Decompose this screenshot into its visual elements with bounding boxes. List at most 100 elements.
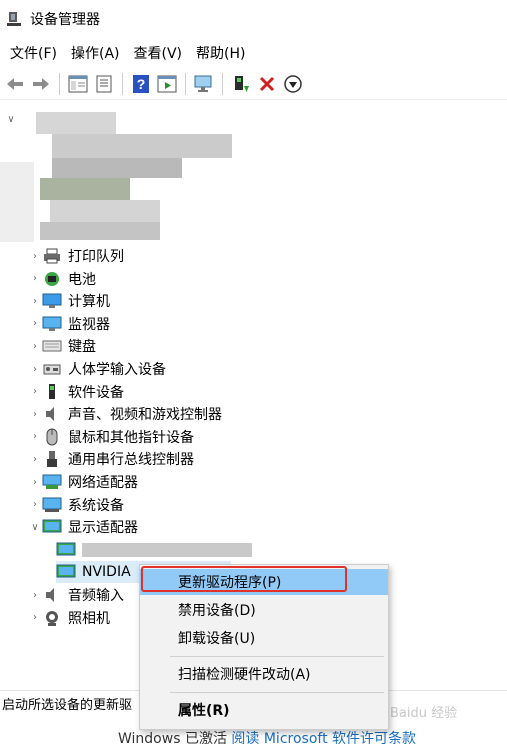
display-adapter-icon xyxy=(56,563,76,581)
chevron-right-icon[interactable]: › xyxy=(28,471,42,493)
hid-icon xyxy=(42,360,62,378)
uninstall-x-icon[interactable] xyxy=(255,72,279,96)
baidu-watermark: Baidu 经验 xyxy=(390,706,458,721)
chevron-right-icon[interactable]: › xyxy=(28,290,42,312)
menu-item-uninstall-device[interactable]: 卸载设备(U) xyxy=(140,625,388,651)
run-icon[interactable] xyxy=(155,72,179,96)
speaker-icon xyxy=(42,405,62,423)
tree-item-label: 显示适配器 xyxy=(68,520,138,537)
chevron-right-icon[interactable]: › xyxy=(28,335,42,357)
toolbar-divider xyxy=(185,72,186,95)
menu-item-properties[interactable]: 属性(R) xyxy=(140,697,388,723)
system-device-icon xyxy=(42,496,62,514)
tree-item-camera[interactable]: › 照相机 xyxy=(28,607,110,629)
tree-item-label: 通用串行总线控制器 xyxy=(68,452,194,469)
computer-icon xyxy=(42,292,62,310)
menu-separator xyxy=(170,656,384,657)
toolbar-divider xyxy=(122,72,123,95)
svg-text:?: ? xyxy=(137,76,146,92)
activation-text: Windows 已激活 xyxy=(118,731,227,744)
display-adapter-icon xyxy=(56,541,76,559)
menu-item-scan-hardware[interactable]: 扫描检测硬件改动(A) xyxy=(140,661,388,687)
tree-item-label: 鼠标和其他指针设备 xyxy=(68,429,194,446)
forward-arrow-icon[interactable] xyxy=(29,72,53,96)
tree-item-speaker[interactable]: › 声音、视频和游戏控制器 xyxy=(28,403,222,425)
chevron-right-icon[interactable]: › xyxy=(28,494,42,516)
tree-item-hid[interactable]: › 人体学输入设备 xyxy=(28,358,166,380)
download-icon[interactable] xyxy=(281,72,305,96)
chevron-right-icon[interactable]: › xyxy=(28,448,42,470)
software-device-icon xyxy=(42,383,62,401)
menu-item-label: 禁用设备(D) xyxy=(178,603,256,619)
chevron-right-icon[interactable]: › xyxy=(28,381,42,403)
menu-item-label: 扫描检测硬件改动(A) xyxy=(178,667,311,683)
tree-item-label: 音频输入 xyxy=(68,588,124,604)
chevron-right-icon[interactable]: › xyxy=(28,584,42,606)
tree-item-network[interactable]: › 网络适配器 xyxy=(28,471,138,493)
tree-item-label: 电池 xyxy=(68,271,96,288)
menu-action[interactable]: 操作(A) xyxy=(65,41,126,65)
tree-item-software-device[interactable]: › 软件设备 xyxy=(28,381,124,403)
chevron-right-icon[interactable]: › xyxy=(28,268,42,290)
tree-item-display-child-redacted[interactable] xyxy=(56,539,252,561)
network-icon xyxy=(42,473,62,491)
menu-view[interactable]: 查看(V) xyxy=(128,41,189,65)
tree-item-system-device[interactable]: › 系统设备 xyxy=(28,494,124,516)
menu-bar: 文件(F) 操作(A) 查看(V) 帮助(H) xyxy=(0,40,507,66)
chevron-right-icon[interactable]: › xyxy=(28,245,42,267)
toolbar-divider xyxy=(59,72,60,95)
tree-item-label: 计算机 xyxy=(68,294,110,311)
tree-item-display-adapter[interactable]: ∨ 显示适配器 xyxy=(28,516,138,538)
audio-input-icon xyxy=(42,586,62,604)
menu-file[interactable]: 文件(F) xyxy=(4,41,63,65)
tree-item-usb[interactable]: › 通用串行总线控制器 xyxy=(28,448,194,470)
properties-sheet-icon[interactable] xyxy=(92,72,116,96)
chevron-right-icon[interactable]: › xyxy=(28,607,42,629)
tree-item-label: 照相机 xyxy=(68,610,110,627)
menu-separator xyxy=(170,692,384,693)
window-title: 设备管理器 xyxy=(30,12,100,28)
menu-item-disable-device[interactable]: 禁用设备(D) xyxy=(140,597,388,623)
menu-item-label: 属性(R) xyxy=(178,703,230,719)
chevron-down-icon[interactable]: ∨ xyxy=(28,516,42,538)
back-arrow-icon[interactable] xyxy=(3,72,27,96)
tree-item-label: 键盘 xyxy=(68,339,96,356)
tree-item-label: 软件设备 xyxy=(68,384,124,401)
toolbar: ? xyxy=(0,68,507,100)
usb-icon xyxy=(42,450,62,468)
device-manager-icon xyxy=(6,10,24,28)
tree-item-label: 系统设备 xyxy=(68,497,124,514)
menu-item-label: 卸载设备(U) xyxy=(178,631,256,647)
monitor-scan-icon[interactable] xyxy=(192,72,216,96)
tree-item-battery[interactable]: › 电池 xyxy=(28,268,96,290)
activation-line: Windows 已激活 阅读 Microsoft 软件许可条款 xyxy=(118,728,416,744)
chevron-right-icon[interactable]: › xyxy=(28,426,42,448)
tree-item-audio-input[interactable]: › 音频输入 xyxy=(28,584,124,606)
camera-icon xyxy=(42,609,62,627)
status-text: 启动所选设备的更新驱 xyxy=(2,698,133,713)
tree-item-label: 声音、视频和游戏控制器 xyxy=(68,407,222,424)
tree-item-monitor[interactable]: › 监视器 xyxy=(28,313,110,335)
title-bar: 设备管理器 xyxy=(0,0,507,38)
menu-help[interactable]: 帮助(H) xyxy=(190,41,251,65)
display-adapter-icon xyxy=(42,518,62,536)
tree-item-keyboard[interactable]: › 键盘 xyxy=(28,335,96,357)
monitor-icon xyxy=(42,315,62,333)
chevron-right-icon[interactable]: › xyxy=(28,403,42,425)
tree-item-mouse[interactable]: › 鼠标和其他指针设备 xyxy=(28,426,194,448)
battery-icon xyxy=(42,270,62,288)
license-link[interactable]: 阅读 Microsoft 软件许可条款 xyxy=(231,731,416,744)
help-icon[interactable]: ? xyxy=(129,72,153,96)
tree-item-computer[interactable]: › 计算机 xyxy=(28,290,110,312)
chevron-right-icon[interactable]: › xyxy=(28,313,42,335)
highlight-annotation-box xyxy=(141,566,347,592)
redacted-region xyxy=(0,102,240,242)
toolbar-divider xyxy=(222,72,223,95)
update-driver-icon[interactable] xyxy=(229,72,253,96)
view-tree-icon[interactable] xyxy=(66,72,90,96)
chevron-right-icon[interactable]: › xyxy=(28,358,42,380)
tree-item-printer[interactable]: › 打印队列 xyxy=(28,245,124,267)
printer-icon xyxy=(42,247,62,265)
redacted-text xyxy=(82,542,252,557)
keyboard-icon xyxy=(42,337,62,355)
